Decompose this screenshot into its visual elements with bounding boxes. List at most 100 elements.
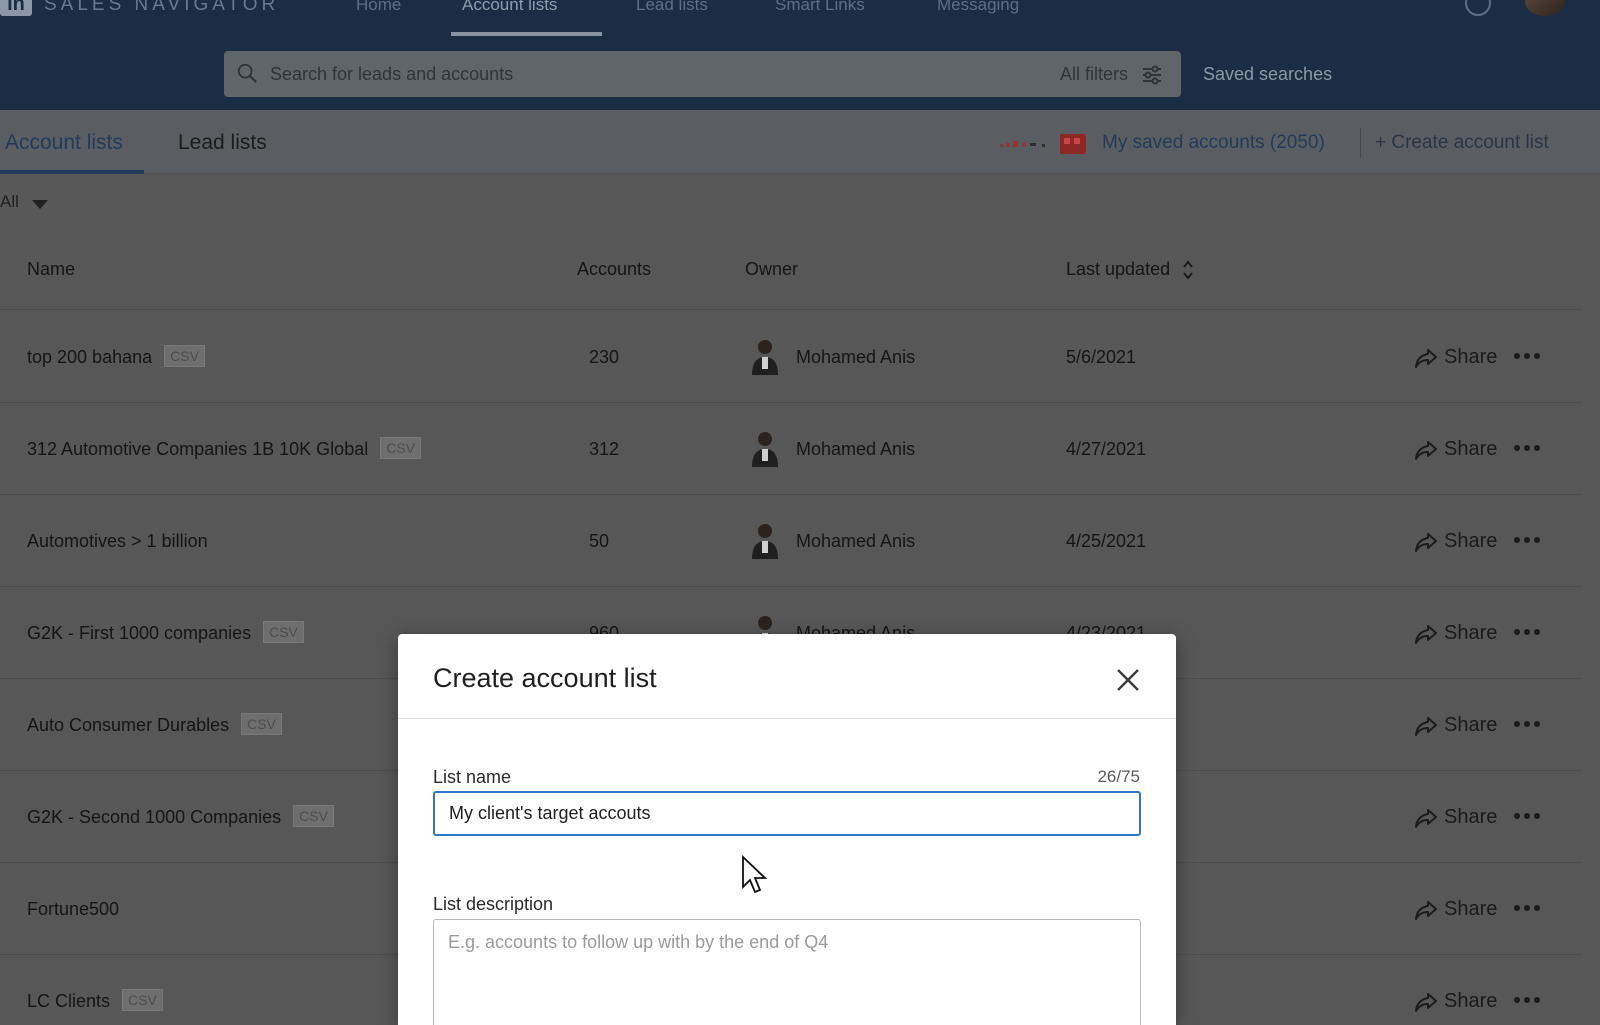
list-name-cell[interactable]: G2K - Second 1000 Companies CSV [27, 805, 334, 829]
last-updated-date: 4/27/2021 [1066, 439, 1147, 459]
more-options-icon[interactable] [1514, 531, 1548, 551]
share-icon [1415, 716, 1437, 736]
list-name-cell[interactable]: top 200 bahana CSV [27, 345, 205, 369]
table-header: Name Accounts Owner Last updated [0, 230, 1582, 310]
accounts-count: 230 [589, 347, 620, 367]
list-tabs-header: Account lists Lead lists My saved accoun… [0, 110, 1600, 174]
list-name: G2K - Second 1000 Companies [27, 807, 282, 827]
user-avatar[interactable] [1525, 0, 1565, 16]
list-name-cell[interactable]: Automotives > 1 billion [27, 529, 208, 553]
nav-link-lead-lists[interactable]: Lead lists [636, 0, 708, 16]
search-input[interactable] [270, 51, 970, 97]
tab-account-lists[interactable]: Account lists [5, 130, 123, 156]
create-account-list-button[interactable]: + Create account list [1375, 132, 1549, 154]
accounts-count: 312 [589, 439, 620, 459]
list-description-textarea[interactable] [433, 919, 1141, 1025]
list-name: G2K - First 1000 companies [27, 623, 252, 643]
all-filters-button[interactable]: All filters [1060, 51, 1163, 97]
list-name-input[interactable] [433, 791, 1141, 836]
column-header-accounts[interactable]: Accounts [577, 258, 651, 280]
share-button[interactable]: Share [1414, 897, 1497, 921]
share-icon [1415, 348, 1437, 368]
mouse-cursor-icon [742, 855, 768, 894]
search-icon [237, 63, 257, 83]
accounts-count: 50 [589, 531, 610, 551]
my-saved-accounts-link[interactable]: My saved accounts (2050) [1102, 132, 1325, 154]
list-name-cell[interactable]: LC Clients CSV [27, 989, 163, 1013]
nav-link-messaging[interactable]: Messaging [937, 0, 1019, 16]
csv-badge: CSV [263, 621, 304, 643]
nav-active-indicator [451, 32, 602, 36]
csv-badge: CSV [164, 345, 205, 367]
csv-badge: CSV [122, 989, 163, 1011]
csv-badge: CSV [380, 437, 422, 459]
list-name-cell[interactable]: Fortune500 [27, 897, 119, 921]
list-description-label: List description [433, 894, 554, 914]
column-header-last-updated[interactable]: Last updated [1066, 258, 1195, 281]
column-header-name[interactable]: Name [27, 258, 75, 280]
share-label: Share [1444, 346, 1498, 368]
top-navbar: in SALES NAVIGATOR Home Account lists Le… [0, 0, 1600, 110]
owner-avatar [752, 432, 778, 467]
help-icon[interactable] [1465, 0, 1491, 16]
share-button[interactable]: Share [1414, 805, 1497, 829]
list-name: LC Clients [27, 991, 111, 1011]
create-account-list-modal: Create account list List name 26/75 List… [398, 634, 1176, 1025]
owner-avatar [752, 524, 778, 559]
share-button[interactable]: Share [1414, 529, 1497, 553]
csv-badge: CSV [293, 805, 334, 827]
brand-name: SALES NAVIGATOR [44, 0, 280, 15]
share-label: Share [1444, 530, 1498, 552]
nav-link-home[interactable]: Home [356, 0, 401, 16]
more-options-icon[interactable] [1514, 439, 1548, 459]
list-name: top 200 bahana [27, 347, 153, 367]
owner-name[interactable]: Mohamed Anis [796, 345, 915, 369]
share-icon [1415, 532, 1437, 552]
share-icon [1415, 808, 1437, 828]
more-options-icon[interactable] [1514, 991, 1548, 1011]
more-options-icon[interactable] [1514, 899, 1548, 919]
share-icon [1415, 992, 1437, 1012]
list-name-cell[interactable]: Auto Consumer Durables CSV [27, 713, 282, 737]
share-icon [1415, 440, 1437, 460]
share-label: Share [1444, 898, 1498, 920]
saved-accounts-illustration [1000, 134, 1086, 154]
saved-searches-link[interactable]: Saved searches [1203, 62, 1332, 86]
tab-lead-lists[interactable]: Lead lists [178, 130, 267, 156]
more-options-icon[interactable] [1514, 623, 1548, 643]
csv-badge: CSV [241, 713, 282, 735]
nav-link-account-lists[interactable]: Account lists [462, 0, 557, 16]
share-button[interactable]: Share [1414, 345, 1497, 369]
linkedin-logo[interactable]: in [0, 0, 32, 16]
sort-icon [1183, 260, 1193, 280]
share-button[interactable]: Share [1414, 713, 1497, 737]
nav-link-smart-links[interactable]: Smart Links [775, 0, 865, 16]
table-row[interactable]: top 200 bahana CSV 230 Mohamed Anis 5/6/2021… [0, 311, 1582, 403]
character-count: 26/75 [1097, 767, 1140, 786]
more-options-icon[interactable] [1514, 347, 1548, 367]
owner-name[interactable]: Mohamed Anis [796, 437, 915, 461]
more-options-icon[interactable] [1514, 807, 1548, 827]
share-icon [1415, 624, 1437, 644]
owner-filter-dropdown[interactable]: All [0, 192, 19, 212]
more-options-icon[interactable] [1514, 715, 1548, 735]
share-label: Share [1444, 990, 1498, 1012]
list-name-cell[interactable]: G2K - First 1000 companies CSV [27, 621, 304, 645]
owner-name[interactable]: Mohamed Anis [796, 529, 915, 553]
search-bar: All filters [224, 51, 1181, 97]
table-row[interactable]: Automotives > 1 billion 50 Mohamed Anis 4/2… [0, 495, 1582, 587]
chevron-down-icon[interactable] [32, 200, 48, 209]
close-icon[interactable] [1114, 666, 1142, 694]
list-name-cell[interactable]: 312 Automotive Companies 1B 10K Global CS… [27, 437, 422, 461]
share-label: Share [1444, 806, 1498, 828]
column-header-owner[interactable]: Owner [745, 258, 798, 280]
filters-icon [1143, 65, 1161, 85]
list-name: Automotives > 1 billion [27, 531, 208, 551]
all-filters-label: All filters [1059, 64, 1128, 84]
share-button[interactable]: Share [1414, 989, 1497, 1013]
header-divider [1360, 128, 1361, 158]
share-button[interactable]: Share [1414, 437, 1497, 461]
share-button[interactable]: Share [1414, 621, 1497, 645]
table-row[interactable]: 312 Automotive Companies 1B 10K Global CS… [0, 403, 1582, 495]
list-name: Auto Consumer Durables [27, 715, 230, 735]
